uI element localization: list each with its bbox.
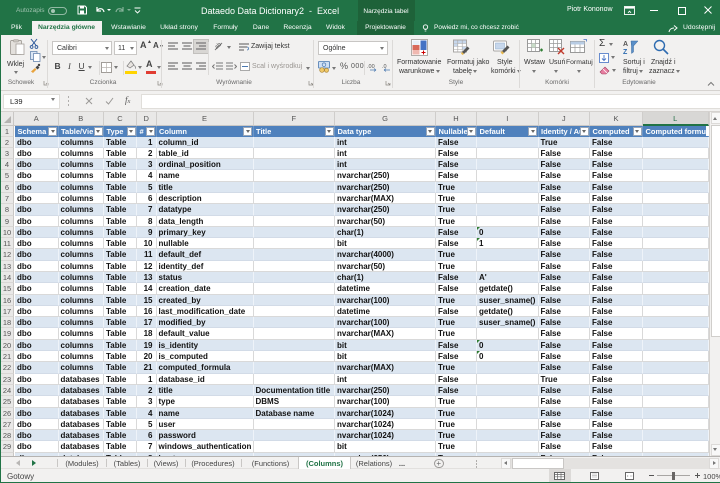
svg-text:Z: Z <box>623 49 628 55</box>
svg-text:.00: .00 <box>367 64 375 70</box>
svg-text:ab: ab <box>214 42 223 51</box>
svg-text:A: A <box>623 41 628 48</box>
svg-text:.0: .0 <box>382 64 387 70</box>
